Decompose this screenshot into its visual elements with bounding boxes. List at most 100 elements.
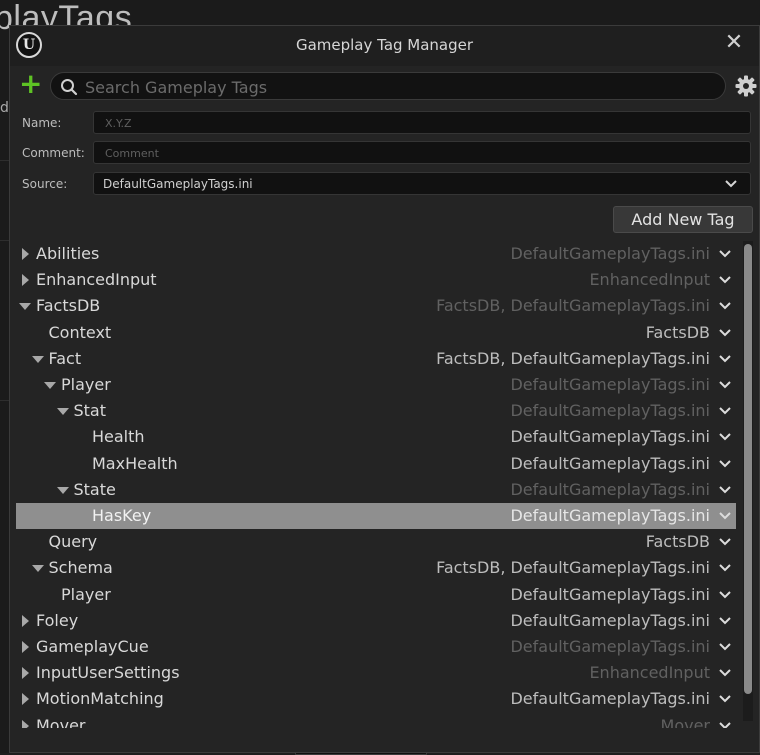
search-icon [61,79,78,96]
comment-input[interactable] [103,144,737,163]
gameplay-tag-manager-dialog: U Gameplay Tag Manager ✕ + Name: Comment… [9,25,760,753]
tag-row[interactable]: GameplayCue DefaultGameplayTags.ini [16,634,736,660]
chevron-down-icon[interactable] [718,406,732,417]
tag-name: Abilities [36,244,100,263]
tag-row[interactable]: Fact FactsDB, DefaultGameplayTags.ini [16,346,736,372]
chevron-down-icon[interactable] [718,275,732,286]
chevron-down-icon[interactable] [718,616,732,627]
settings-gear-icon[interactable] [735,75,757,97]
tag-source: FactsDB, DefaultGameplayTags.ini [436,558,710,578]
tag-source: DefaultGameplayTags.ini [510,401,710,421]
chevron-down-icon[interactable] [718,511,732,522]
chevron-down-icon[interactable] [718,354,732,365]
tag-name: HasKey [92,506,152,525]
chevron-down-icon[interactable] [718,537,732,548]
triangle-right-icon[interactable] [19,641,31,653]
triangle-down-icon[interactable] [31,562,44,574]
tag-row[interactable]: Schema FactsDB, DefaultGameplayTags.ini [16,555,736,581]
name-field[interactable] [93,111,751,134]
chevron-down-icon[interactable] [718,380,732,391]
triangle-right-icon[interactable] [19,719,31,728]
tag-name: Stat [73,401,107,421]
chevron-down-icon[interactable] [718,301,732,312]
scrollbar-track[interactable] [743,241,753,721]
source-label: Source: [22,177,68,191]
source-dropdown[interactable]: DefaultGameplayTags.ini [93,172,751,195]
tag-row[interactable]: State DefaultGameplayTags.ini [16,477,736,503]
tag-row[interactable]: Stat DefaultGameplayTags.ini [16,398,736,424]
tag-row[interactable]: EnhancedInput EnhancedInput [16,267,736,293]
tag-source: DefaultGameplayTags.ini [510,244,710,263]
name-input[interactable] [103,114,737,133]
chevron-down-icon[interactable] [718,328,732,339]
tag-source: DefaultGameplayTags.ini [510,584,710,604]
tag-row[interactable]: InputUserSettings EnhancedInput [16,660,736,686]
chevron-down-icon[interactable] [718,563,732,574]
search-input[interactable] [83,75,707,99]
tag-name: Foley [36,610,79,630]
tag-row[interactable]: Context FactsDB [16,320,736,346]
chevron-down-icon[interactable] [718,642,732,653]
triangle-down-icon[interactable] [44,379,56,391]
triangle-down-icon[interactable] [56,405,69,417]
tag-source: FactsDB [645,532,710,552]
tag-name: Mover [36,715,86,728]
chevron-down-icon[interactable] [718,459,732,470]
tag-source: FactsDB [645,322,710,342]
tag-source: FactsDB, DefaultGameplayTags.ini [436,296,710,316]
tag-name: FactsDB [36,296,101,316]
triangle-right-icon[interactable] [19,614,31,627]
tag-row[interactable]: FactsDB FactsDB, DefaultGameplayTags.ini [16,293,736,319]
add-new-tag-button[interactable]: Add New Tag [613,206,753,233]
tag-source: DefaultGameplayTags.ini [510,453,710,473]
chevron-down-icon[interactable] [718,485,732,496]
triangle-right-icon[interactable] [19,274,31,287]
tag-name: GameplayCue [36,637,149,656]
close-button[interactable]: ✕ [721,28,747,58]
tag-source: DefaultGameplayTags.ini [510,610,710,630]
triangle-down-icon[interactable] [56,484,69,496]
triangle-down-icon[interactable] [31,353,44,365]
dialog-title: Gameplay Tag Manager [295,36,474,54]
chevron-down-icon[interactable] [718,668,732,679]
triangle-down-icon[interactable] [19,300,31,312]
tag-row[interactable]: Abilities DefaultGameplayTags.ini [16,241,736,267]
tag-row[interactable]: Health DefaultGameplayTags.ini [16,424,736,450]
chevron-down-icon[interactable] [718,249,732,260]
tag-row[interactable]: MaxHealth DefaultGameplayTags.ini [16,451,736,477]
chevron-down-icon[interactable] [718,590,732,601]
tag-row[interactable]: MotionMatching DefaultGameplayTags.ini [16,686,736,712]
tag-row[interactable]: Mover Mover [16,713,736,728]
scrollbar-thumb[interactable] [744,244,752,694]
chevron-down-icon[interactable] [718,432,732,443]
chevron-down-icon[interactable] [718,721,732,728]
chevron-down-icon [725,180,737,188]
comment-field[interactable] [93,141,751,164]
tag-name: Query [48,532,98,552]
tag-source: DefaultGameplayTags.ini [510,506,710,525]
tag-name: MotionMatching [36,689,164,709]
tag-name: Player [61,375,111,394]
background-letter: d [0,100,9,116]
tag-row[interactable]: Foley DefaultGameplayTags.ini [16,608,736,634]
name-label: Name: [22,116,62,130]
comment-label: Comment: [22,146,85,160]
tag-name: Player [61,584,111,604]
tag-source: FactsDB, DefaultGameplayTags.ini [436,348,710,368]
tag-name: Schema [48,558,113,578]
triangle-right-icon[interactable] [19,667,31,680]
tag-row[interactable]: Player DefaultGameplayTags.ini [16,372,736,398]
tag-name: MaxHealth [92,453,178,473]
search-box[interactable] [50,72,726,100]
tag-row[interactable]: Player DefaultGameplayTags.ini [16,582,736,608]
add-tag-plus-button[interactable]: + [19,70,42,98]
tag-row[interactable]: HasKey DefaultGameplayTags.ini [16,503,736,529]
triangle-right-icon[interactable] [19,248,31,260]
tag-source: DefaultGameplayTags.ini [510,479,710,499]
tag-tree: Abilities DefaultGameplayTags.ini Enhanced… [16,241,736,728]
tag-row[interactable]: Query FactsDB [16,529,736,555]
chevron-down-icon[interactable] [718,694,732,705]
triangle-right-icon[interactable] [19,693,31,706]
tag-name: Context [48,322,112,342]
tag-source: DefaultGameplayTags.ini [510,689,710,709]
